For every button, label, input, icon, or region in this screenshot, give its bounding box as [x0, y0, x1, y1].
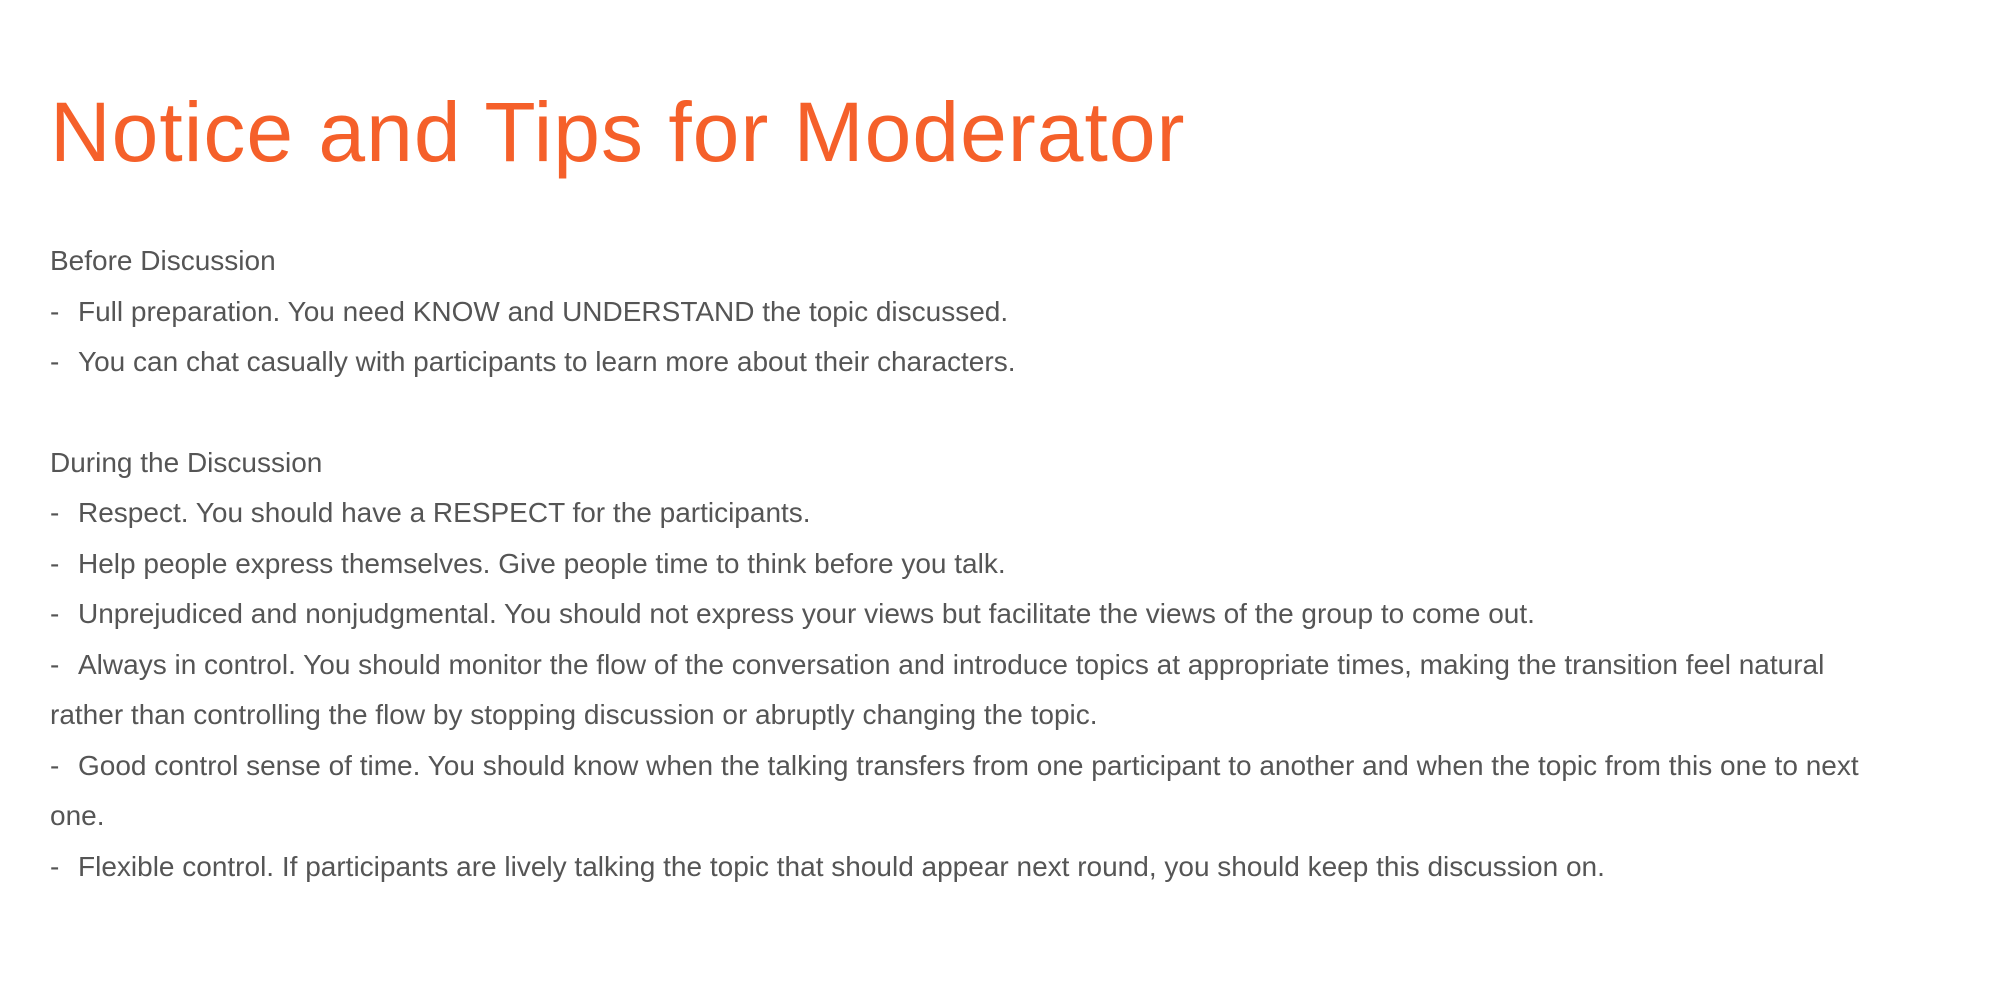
list-item-text: Help people express themselves. Give peo… [78, 547, 1006, 579]
list-item: - Unprejudiced and nonjudgmental. You sho… [50, 589, 1870, 640]
dash-bullet: - [50, 497, 60, 528]
list-item: - Respect. You should have a RESPECT for … [50, 488, 1160, 539]
list-item: - Always in control. You should monitor t… [50, 640, 1850, 741]
dash-bullet: - [50, 295, 60, 327]
dash-bullet: - [50, 749, 60, 781]
section-before-discussion: Before Discussion - Full preparation. You… [50, 236, 1950, 388]
section-heading: During the Discussion [50, 446, 323, 478]
list-item-text: Good control sense of time. You should k… [50, 749, 1859, 832]
dash-bullet: - [50, 648, 60, 680]
list-item-text: Flexible control. If participants are li… [78, 850, 1605, 882]
list-item-text: Unprejudiced and nonjudgmental. You shou… [78, 598, 1535, 629]
dash-bullet: - [50, 547, 60, 579]
dash-bullet: - [50, 598, 60, 629]
list-item-text: You can chat casually with participants … [78, 346, 1016, 377]
list-item: - Good control sense of time. You should … [50, 741, 1890, 842]
list-item-text: Full preparation. You need KNOW and UNDE… [78, 295, 1009, 327]
list-item-text: Always in control. You should monitor th… [50, 648, 1825, 731]
list-item: - Help people express themselves. Give pe… [50, 539, 1200, 590]
dash-bullet: - [50, 346, 60, 377]
slide: Notice and Tips for Moderator Before Dis… [50, 78, 1950, 892]
page-title: Notice and Tips for Moderator [50, 85, 1186, 179]
list-item: - You can chat casually with participants… [50, 337, 1200, 388]
section-heading: Before Discussion [50, 245, 276, 276]
dash-bullet: - [50, 850, 60, 882]
list-item-text: Respect. You should have a RESPECT for t… [78, 497, 811, 528]
list-item: - Full preparation. You need KNOW and UND… [50, 287, 1160, 338]
list-item: - Flexible control. If participants are l… [50, 842, 1940, 893]
section-during-discussion: During the Discussion - Respect. You shou… [50, 438, 1950, 893]
